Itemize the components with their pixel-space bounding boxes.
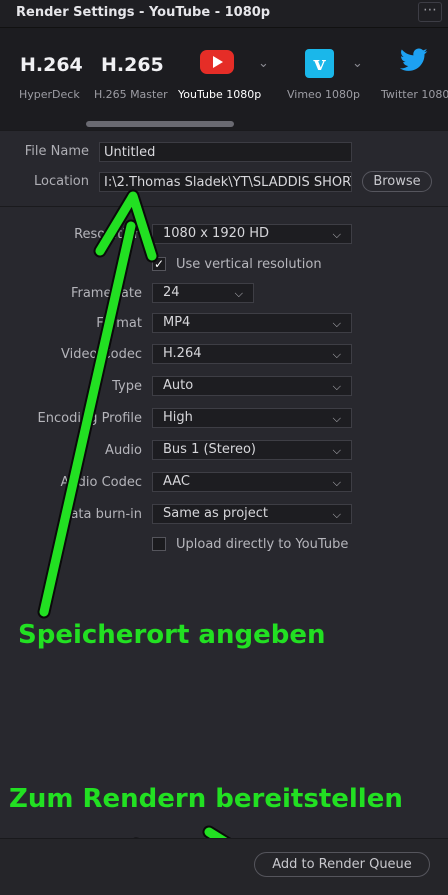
- audio-value: Bus 1 (Stereo): [163, 442, 256, 457]
- chevron-down-icon: ⌵: [332, 228, 341, 241]
- audio-select[interactable]: Bus 1 (Stereo) ⌵: [152, 440, 352, 460]
- vertical-resolution-label: Use vertical resolution: [176, 257, 322, 272]
- resolution-label: Resolution: [74, 227, 142, 242]
- checkmark-icon: ✓: [153, 257, 165, 271]
- resolution-select[interactable]: 1080 x 1920 HD ⌵: [152, 224, 352, 244]
- encoding-profile-select[interactable]: High ⌵: [152, 408, 352, 428]
- file-name-label: File Name: [24, 144, 89, 159]
- frame-rate-value: 24: [163, 285, 180, 300]
- chevron-down-icon: ⌵: [332, 380, 341, 393]
- chevron-down-icon: ⌵: [332, 348, 341, 361]
- preset-scrollbar[interactable]: [86, 121, 234, 127]
- format-value: MP4: [163, 315, 191, 330]
- audio-codec-value: AAC: [163, 474, 190, 489]
- audio-codec-select[interactable]: AAC ⌵: [152, 472, 352, 492]
- chevron-down-icon: ⌵: [332, 444, 341, 457]
- browse-button[interactable]: Browse: [362, 171, 432, 192]
- encoding-profile-value: High: [163, 410, 193, 425]
- resolution-value: 1080 x 1920 HD: [163, 226, 270, 241]
- divider: [0, 130, 448, 131]
- vertical-resolution-checkbox[interactable]: ✓: [152, 257, 166, 271]
- preset-strip: H.264 HyperDeck H.265 H.265 Master YouTu…: [0, 28, 448, 131]
- frame-rate-select[interactable]: 24 ⌵: [152, 283, 254, 303]
- location-label: Location: [34, 174, 89, 189]
- chevron-down-icon: ⌵: [332, 317, 341, 330]
- type-label: Type: [112, 379, 142, 394]
- video-codec-value: H.264: [163, 346, 202, 361]
- preset-label: Twitter 1080p: [381, 88, 448, 101]
- data-burn-in-value: Same as project: [163, 506, 269, 521]
- window-title: Render Settings - YouTube - 1080p: [16, 5, 271, 20]
- arrow-to-location: [37, 189, 159, 619]
- format-select[interactable]: MP4 ⌵: [152, 313, 352, 333]
- encoding-profile-label: Encoding Profile: [37, 411, 142, 426]
- chevron-down-icon: ⌵: [332, 412, 341, 425]
- data-burn-in-select[interactable]: Same as project ⌵: [152, 504, 352, 524]
- add-to-render-queue-button[interactable]: Add to Render Queue: [254, 852, 430, 877]
- type-value: Auto: [163, 378, 194, 393]
- location-input[interactable]: I:\2.Thomas Sladek\YT\SLADDIS SHORTS: [99, 172, 352, 192]
- divider: [0, 206, 448, 207]
- chevron-down-icon: ⌵: [234, 287, 243, 300]
- chevron-down-icon: ⌵: [332, 476, 341, 489]
- queue-annotation: Zum Rendern bereitstellen: [9, 784, 403, 814]
- location-annotation: Speicherort angeben: [18, 620, 326, 650]
- frame-rate-label: Frame rate: [70, 286, 142, 301]
- options-menu-button[interactable]: ⋯: [418, 2, 442, 22]
- chevron-down-icon: ⌵: [332, 508, 341, 521]
- data-burn-in-label: Data burn-in: [60, 507, 142, 522]
- upload-youtube-checkbox[interactable]: [152, 537, 166, 551]
- title-bar: Render Settings - YouTube - 1080p ⋯: [0, 0, 448, 28]
- audio-codec-label: Audio Codec: [60, 475, 142, 490]
- format-label: Format: [96, 316, 142, 331]
- preset-twitter[interactable]: Twitter 1080p: [0, 28, 448, 120]
- video-codec-select[interactable]: H.264 ⌵: [152, 344, 352, 364]
- type-select[interactable]: Auto ⌵: [152, 376, 352, 396]
- file-name-input[interactable]: Untitled: [99, 142, 352, 162]
- upload-youtube-label: Upload directly to YouTube: [176, 537, 349, 552]
- audio-label: Audio: [105, 443, 142, 458]
- twitter-icon: [399, 48, 428, 79]
- video-codec-label: Video Codec: [61, 347, 142, 362]
